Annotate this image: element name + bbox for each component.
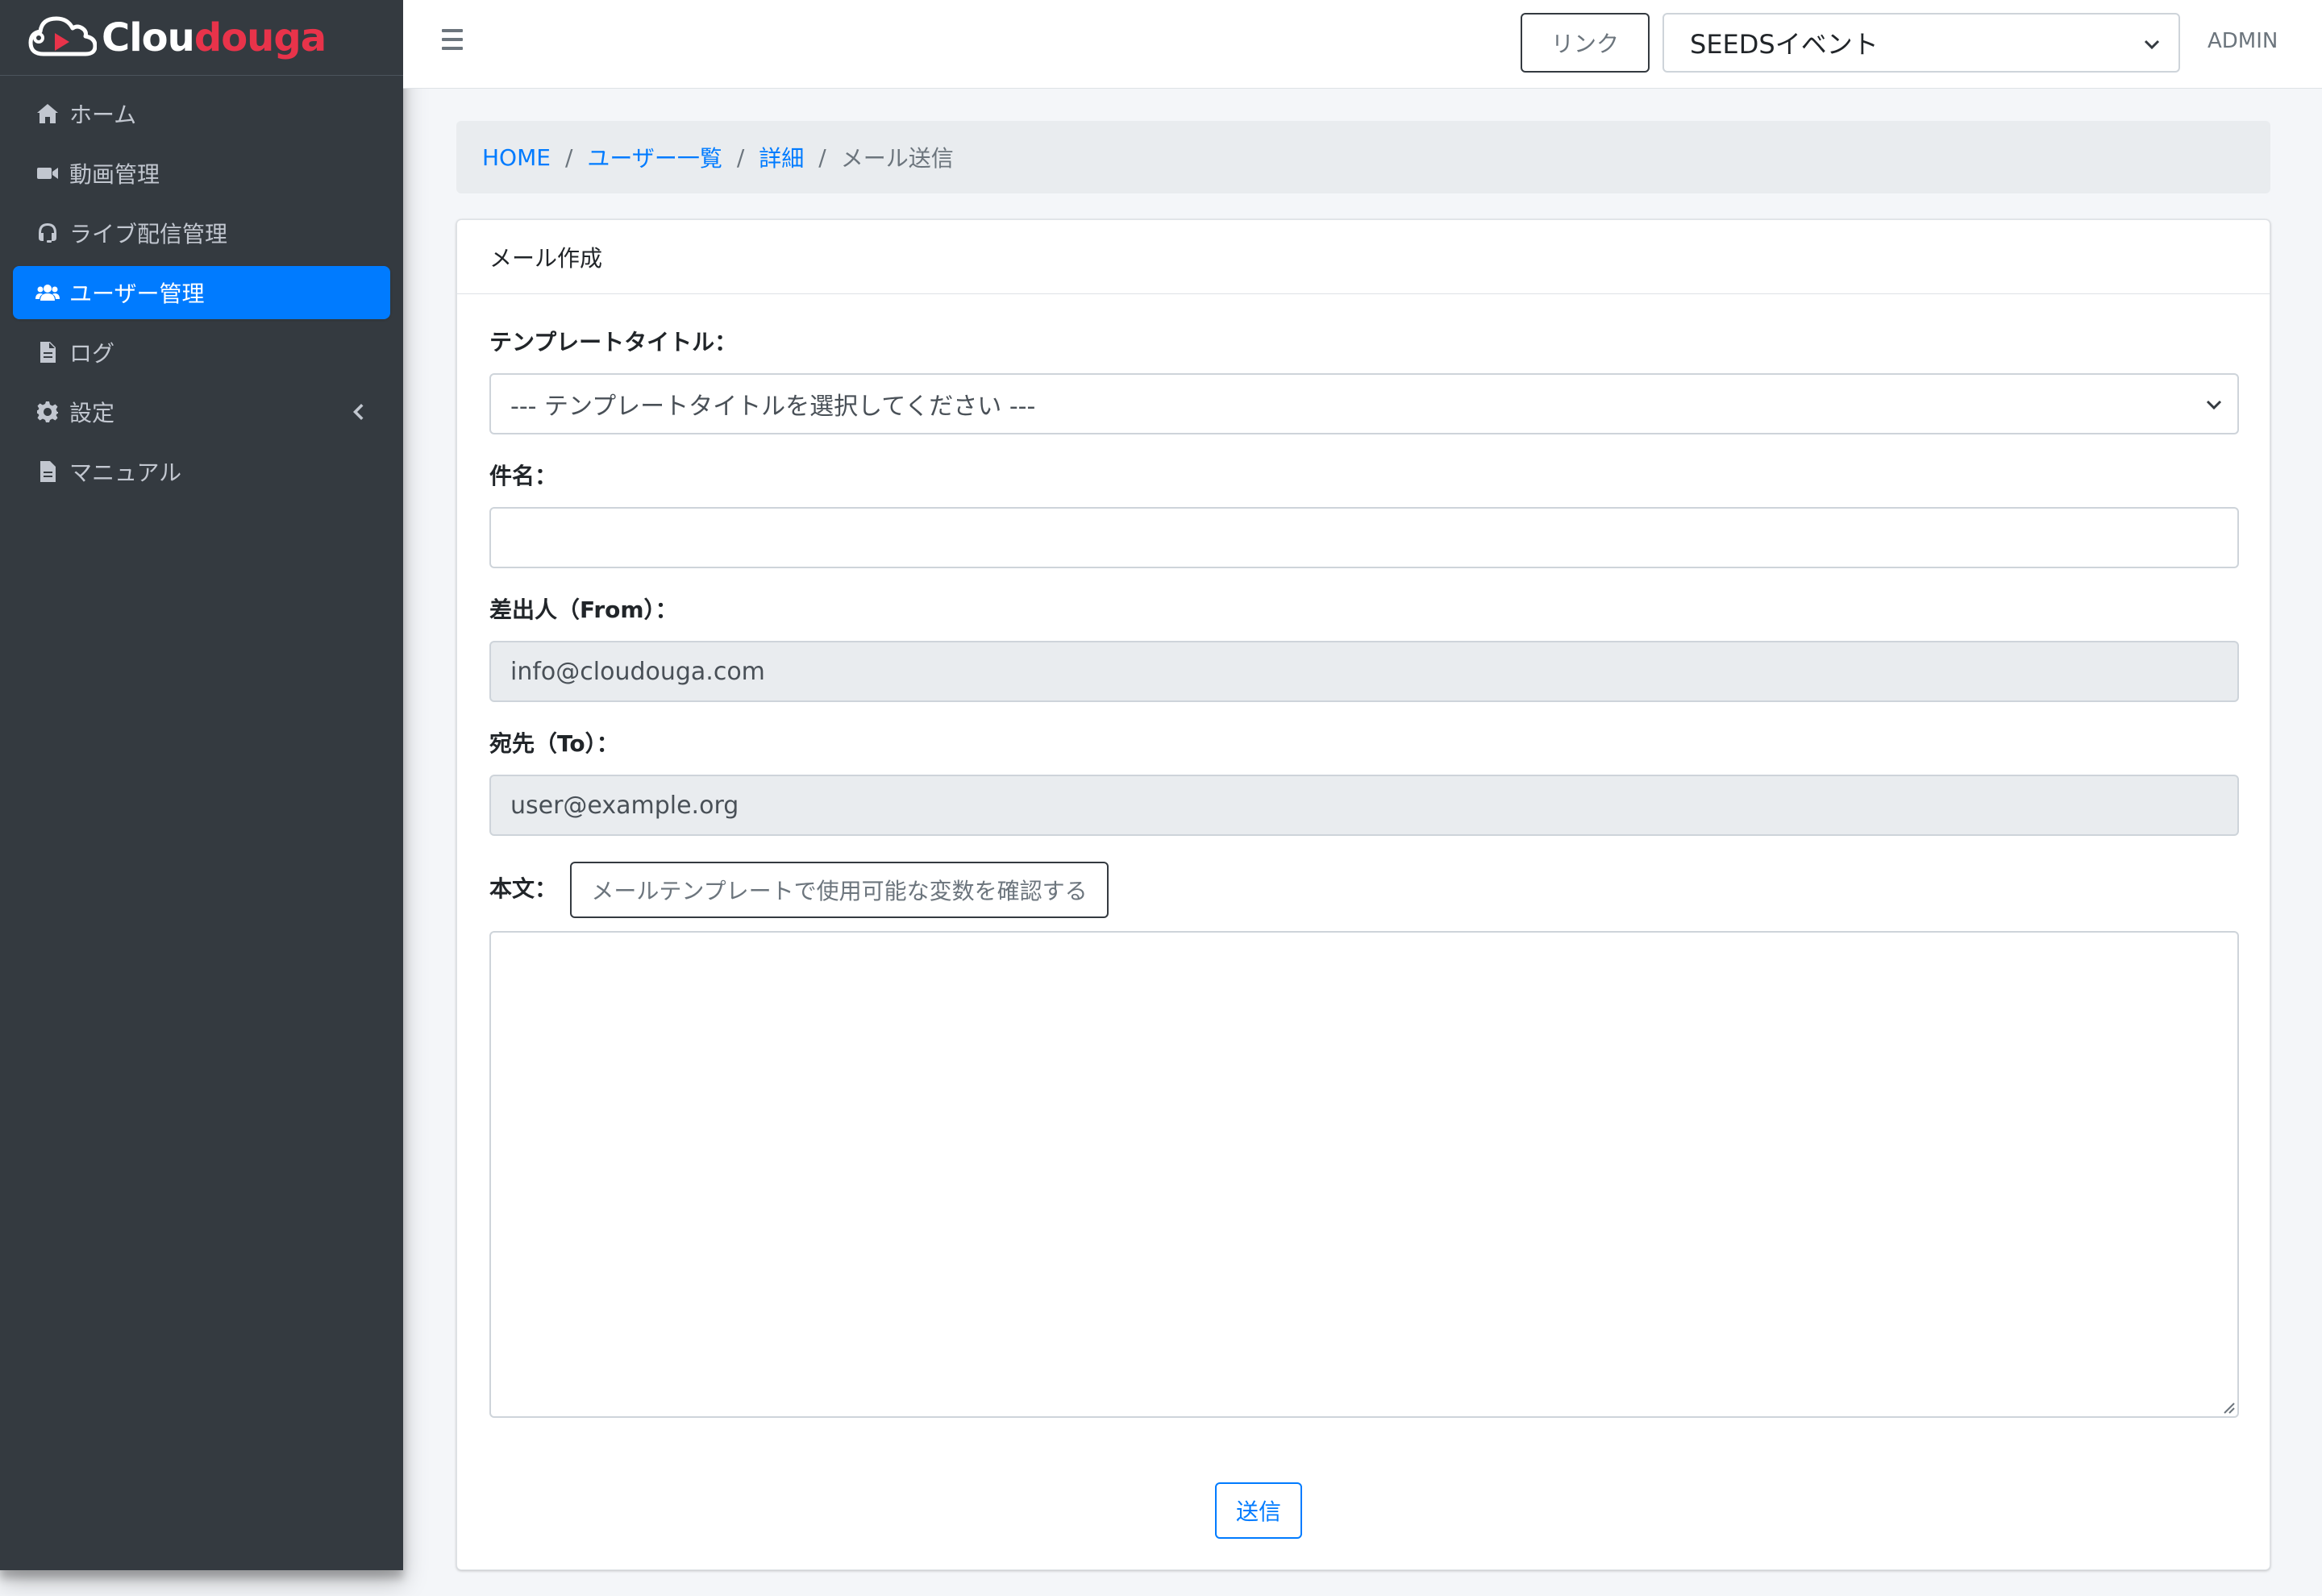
send-button[interactable]: 送信 <box>1215 1482 1302 1539</box>
sidebar-item-label: ホーム <box>69 102 137 128</box>
user-menu[interactable]: ADMIN <box>2208 29 2278 53</box>
sidebar-item-label: ライブ配信管理 <box>69 221 228 247</box>
sidebar-item-label: 動画管理 <box>69 161 160 188</box>
breadcrumb: HOME / ユーザー一覧 / 詳細 / メール送信 <box>456 121 2270 193</box>
event-select[interactable]: SEEDSイベント <box>1662 13 2180 73</box>
video-icon <box>34 160 61 187</box>
to-field: user@example.org <box>489 775 2239 836</box>
breadcrumb-current: メール送信 <box>840 145 954 172</box>
breadcrumb-separator: / <box>818 143 826 171</box>
sidebar-item-label: ユーザー管理 <box>69 281 205 307</box>
from-label: 差出人（From）： <box>489 596 678 623</box>
cloud-play-logo-icon <box>28 16 97 56</box>
sidebar-item-users[interactable]: ユーザー管理 <box>13 266 390 319</box>
template-select[interactable]: --- テンプレートタイトルを選択してください --- <box>489 373 2239 434</box>
sidebar-item-label: マニュアル <box>69 459 182 486</box>
sidebar-item-settings[interactable]: 設定 <box>13 385 390 438</box>
breadcrumb-users-link[interactable]: ユーザー一覧 <box>587 141 722 173</box>
template-variables-button[interactable]: メールテンプレートで使用可能な変数を確認する <box>570 862 1109 918</box>
home-icon <box>34 100 61 127</box>
link-button[interactable]: リンク <box>1521 13 1650 73</box>
file-icon <box>34 458 61 485</box>
sidebar-item-home[interactable]: ホーム <box>13 87 390 140</box>
from-field: info@cloudouga.com <box>489 641 2239 702</box>
brand-name-part1: Clou <box>102 15 195 60</box>
breadcrumb-separator: / <box>564 143 573 171</box>
hamburger-menu-icon[interactable] <box>442 29 468 55</box>
brand-name-part2: douga <box>194 15 327 60</box>
sidebar-item-videos[interactable]: 動画管理 <box>13 147 390 200</box>
sidebar-item-live[interactable]: ライブ配信管理 <box>13 206 390 260</box>
card-title: メール作成 <box>457 220 2270 294</box>
chevron-down-icon <box>2206 400 2222 410</box>
template-label: テンプレートタイトル： <box>489 329 738 355</box>
brand[interactable]: Cloudouga <box>0 0 403 76</box>
gear-icon <box>34 398 61 426</box>
breadcrumb-detail-link[interactable]: 詳細 <box>759 141 804 173</box>
sidebar: Cloudouga ホーム 動画管理 ライブ配信管理 ユーザー管理 ログ 設定 … <box>0 0 403 1570</box>
file-icon <box>34 339 61 366</box>
breadcrumb-separator: / <box>736 143 745 171</box>
body-label: 本文： <box>489 875 558 902</box>
users-icon <box>34 279 61 306</box>
top-navbar: リンク SEEDSイベント ADMIN <box>403 0 2322 89</box>
headset-icon <box>34 219 61 247</box>
sidebar-item-label: 設定 <box>69 400 115 426</box>
subject-label: 件名： <box>489 463 558 489</box>
breadcrumb-home-link[interactable]: HOME <box>482 144 551 171</box>
to-label: 宛先（To）： <box>489 730 619 757</box>
event-select-value: SEEDSイベント <box>1690 29 1879 60</box>
template-select-value: --- テンプレートタイトルを選択してください --- <box>510 393 1036 421</box>
sidebar-nav: ホーム 動画管理 ライブ配信管理 ユーザー管理 ログ 設定 マニュアル <box>0 76 403 516</box>
sidebar-item-label: ログ <box>69 340 115 367</box>
sidebar-item-manual[interactable]: マニュアル <box>13 445 390 498</box>
resize-handle-icon[interactable] <box>2221 1400 2236 1415</box>
sidebar-item-logs[interactable]: ログ <box>13 326 390 379</box>
mail-compose-card: メール作成 テンプレートタイトル： --- テンプレートタイトルを選択してくださ… <box>456 219 2270 1570</box>
subject-input[interactable] <box>489 507 2239 568</box>
body-textarea[interactable] <box>489 931 2239 1418</box>
chevron-down-icon <box>2144 39 2160 50</box>
chevron-left-icon[interactable] <box>348 401 366 422</box>
